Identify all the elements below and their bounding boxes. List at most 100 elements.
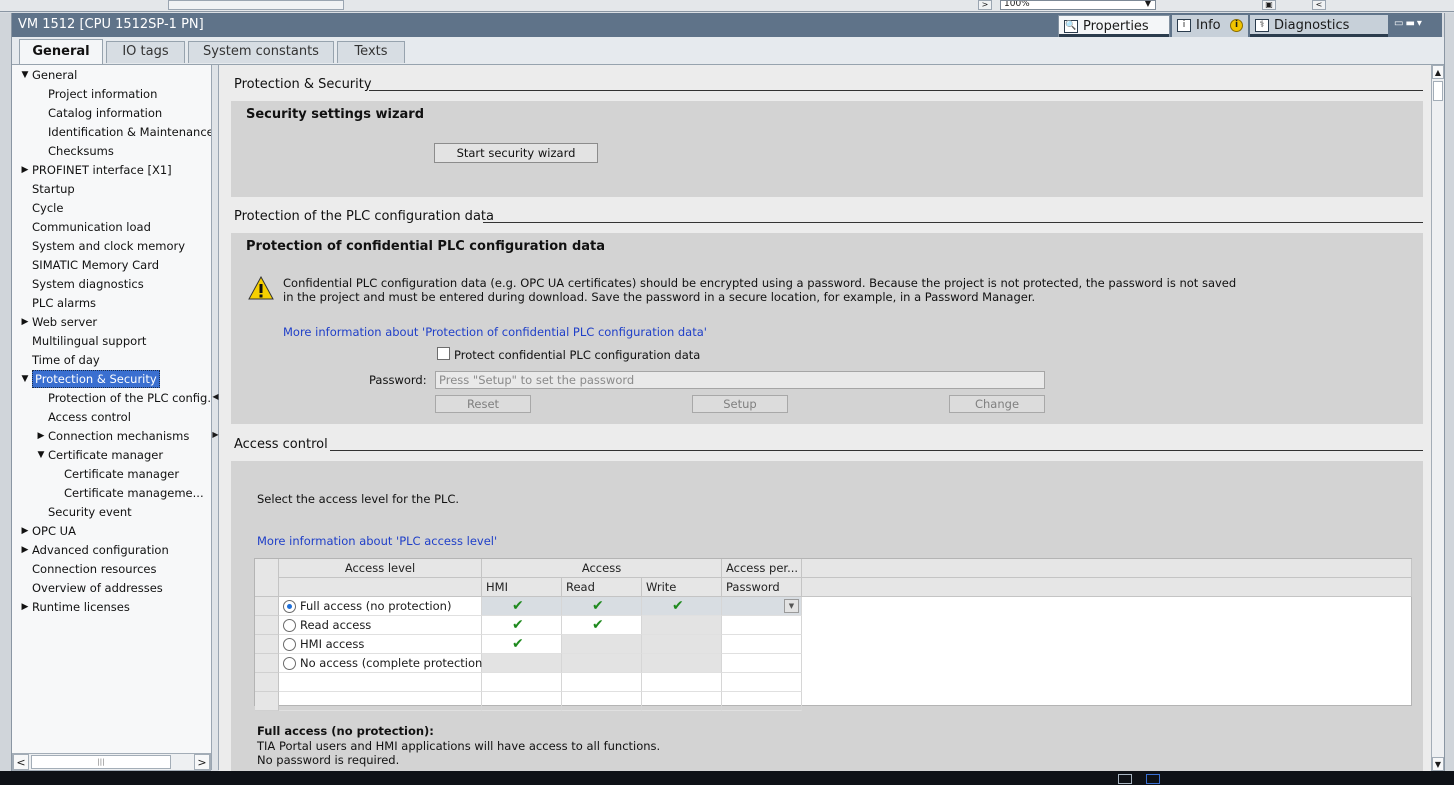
- nav-item[interactable]: ▶ OPC UA: [22, 522, 76, 540]
- nav-item[interactable]: Identification & Maintenance: [48, 123, 211, 141]
- access-level-info-link[interactable]: More information about 'PLC access level…: [257, 534, 497, 548]
- access-password-cell[interactable]: ▼: [722, 597, 802, 616]
- tab-texts[interactable]: Texts: [337, 41, 405, 63]
- fit-icon[interactable]: ▣: [1262, 0, 1276, 10]
- tree-collapsed-icon[interactable]: ▶: [20, 161, 30, 179]
- access-level-radio[interactable]: [283, 638, 296, 651]
- password-field[interactable]: Press "Setup" to set the password: [435, 371, 1045, 389]
- scroll-right-icon[interactable]: >: [978, 0, 992, 10]
- tree-expanded-icon[interactable]: ▼: [20, 66, 30, 84]
- tab-info[interactable]: i Info i: [1172, 15, 1248, 37]
- nav-item[interactable]: ▼ Certificate manager: [38, 446, 164, 464]
- header-hmi[interactable]: HMI: [482, 578, 562, 597]
- tab-general[interactable]: General: [19, 39, 103, 64]
- tab-diagnostics[interactable]: ⚕ Diagnostics: [1250, 15, 1388, 37]
- row-header[interactable]: [255, 654, 279, 673]
- scroll-up-icon[interactable]: ▲: [1432, 65, 1444, 79]
- header-access-level[interactable]: Access level: [279, 559, 482, 578]
- nav-item[interactable]: ▼ General: [22, 66, 78, 84]
- expand-right-icon[interactable]: ▶: [212, 430, 219, 439]
- tree-collapsed-icon[interactable]: ▶: [36, 427, 46, 445]
- scrollbar-thumb[interactable]: [1433, 81, 1443, 101]
- row-header[interactable]: [255, 673, 279, 692]
- nav-horizontal-scrollbar[interactable]: < ||| >: [12, 753, 211, 771]
- window-controls[interactable]: ▭▬▾: [1394, 18, 1424, 29]
- change-button[interactable]: Change: [949, 395, 1045, 413]
- nav-item[interactable]: Checksums: [48, 142, 114, 160]
- nav-item[interactable]: Security event: [48, 503, 132, 521]
- header-write[interactable]: Write: [642, 578, 722, 597]
- row-header[interactable]: [255, 692, 279, 711]
- nav-item[interactable]: Access control: [48, 408, 131, 426]
- row-header[interactable]: [255, 616, 279, 635]
- nav-item[interactable]: ▶ Advanced configuration: [22, 541, 169, 559]
- restore-icon[interactable]: ▭: [1394, 18, 1405, 29]
- nav-item[interactable]: System diagnostics: [32, 275, 144, 293]
- tree-collapsed-icon[interactable]: ▶: [20, 541, 30, 559]
- nav-item[interactable]: ▶ Web server: [22, 313, 98, 331]
- nav-item[interactable]: Cycle: [32, 199, 63, 217]
- access-level-option[interactable]: Full access (no protection): [279, 597, 482, 616]
- nav-item[interactable]: Communication load: [32, 218, 151, 236]
- menu-chevron-icon[interactable]: ▾: [1417, 18, 1424, 29]
- nav-item[interactable]: Startup: [32, 180, 75, 198]
- nav-item[interactable]: System and clock memory: [32, 237, 185, 255]
- row-header[interactable]: [255, 635, 279, 654]
- nav-item[interactable]: Time of day: [32, 351, 100, 369]
- header-read[interactable]: Read: [562, 578, 642, 597]
- nav-item[interactable]: Protection of the PLC config...: [48, 389, 211, 407]
- header-password[interactable]: Password: [722, 578, 802, 597]
- header-access-permission[interactable]: Access per...: [722, 559, 802, 578]
- tab-system-constants[interactable]: System constants: [188, 41, 334, 63]
- nav-item[interactable]: PLC alarms: [32, 294, 96, 312]
- start-security-wizard-button[interactable]: Start security wizard: [434, 143, 598, 163]
- tab-properties[interactable]: 🔍 Properties: [1058, 15, 1170, 37]
- tree-collapsed-icon[interactable]: ▶: [20, 313, 30, 331]
- minimize-icon[interactable]: ▬: [1405, 18, 1416, 29]
- nav-splitter[interactable]: ◀ ▶: [211, 65, 219, 770]
- header-access[interactable]: Access: [482, 559, 722, 578]
- zoom-combobox[interactable]: 100%: [1000, 0, 1156, 10]
- network-icon[interactable]: [1118, 774, 1132, 784]
- protect-confidential-checkbox[interactable]: [437, 347, 450, 360]
- portal-icon[interactable]: [1146, 774, 1160, 784]
- nav-item[interactable]: Connection resources: [32, 560, 156, 578]
- row-header[interactable]: [255, 597, 279, 616]
- setup-button[interactable]: Setup: [692, 395, 788, 413]
- chevron-down-icon[interactable]: ▼: [784, 599, 799, 613]
- nav-item[interactable]: ▶ Runtime licenses: [22, 598, 130, 616]
- nav-item[interactable]: Overview of addresses: [32, 579, 163, 597]
- access-level-option[interactable]: Read access: [279, 616, 482, 635]
- tree-expanded-icon[interactable]: ▼: [36, 446, 46, 464]
- tree-expanded-icon[interactable]: ▼: [20, 370, 30, 388]
- access-level-option[interactable]: HMI access: [279, 635, 482, 654]
- collapse-left-icon[interactable]: ◀: [212, 392, 219, 401]
- nav-item[interactable]: ▶ PROFINET interface [X1]: [22, 161, 172, 179]
- scrollbar-thumb[interactable]: |||: [31, 755, 171, 769]
- tree-collapsed-icon[interactable]: ▶: [20, 522, 30, 540]
- scroll-right-icon[interactable]: >: [194, 754, 210, 770]
- nav-item-label: Access control: [48, 410, 131, 424]
- tree-collapsed-icon[interactable]: ▶: [20, 598, 30, 616]
- access-level-radio[interactable]: [283, 657, 296, 670]
- nav-item[interactable]: Project information: [48, 85, 157, 103]
- confidential-info-link[interactable]: More information about 'Protection of co…: [283, 325, 707, 339]
- chevron-down-icon[interactable]: ▼: [1140, 0, 1156, 10]
- scroll-down-icon[interactable]: ▼: [1432, 757, 1444, 771]
- nav-item[interactable]: SIMATIC Memory Card: [32, 256, 159, 274]
- horizontal-scrollbar-top[interactable]: [168, 0, 344, 10]
- access-level-option[interactable]: No access (complete protection): [279, 654, 487, 673]
- tab-io-tags[interactable]: IO tags: [106, 41, 185, 63]
- access-level-radio[interactable]: [283, 619, 296, 632]
- nav-item[interactable]: Certificate manageme...: [64, 484, 204, 502]
- nav-item[interactable]: ▼ Protection & Security: [22, 370, 160, 388]
- reset-button[interactable]: Reset: [435, 395, 531, 413]
- access-level-radio[interactable]: [283, 600, 296, 613]
- content-vertical-scrollbar[interactable]: ▲ ▼: [1431, 65, 1444, 771]
- nav-item[interactable]: ▶ Connection mechanisms: [38, 427, 190, 445]
- nav-item[interactable]: Multilingual support: [32, 332, 146, 350]
- nav-item[interactable]: Certificate manager: [64, 465, 179, 483]
- scroll-left-icon[interactable]: <: [13, 754, 29, 770]
- nav-item[interactable]: Catalog information: [48, 104, 162, 122]
- scroll-left-icon[interactable]: <: [1312, 0, 1326, 10]
